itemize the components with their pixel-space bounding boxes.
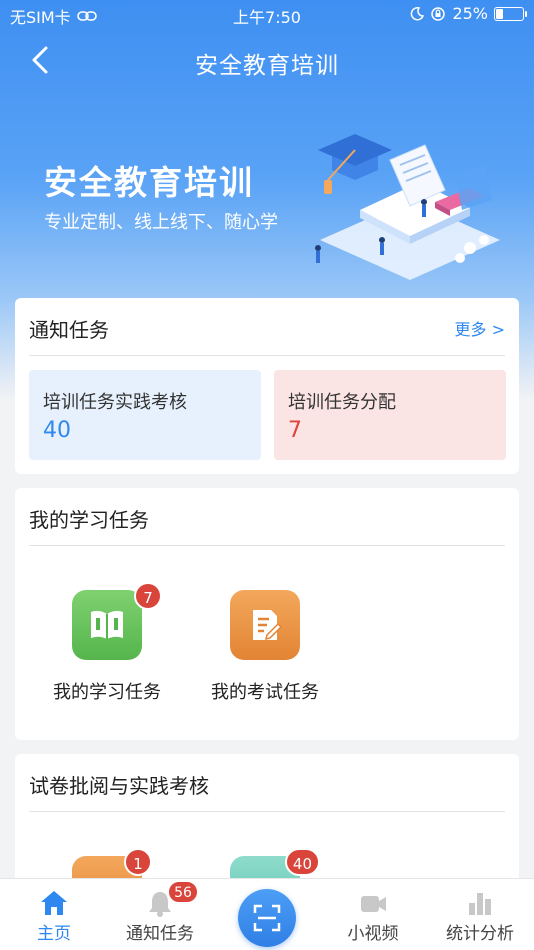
tab-label: 统计分析	[446, 924, 514, 944]
notice-card: 通知任务 更多 > 培训任务实践考核 40 培训任务分配 7	[15, 298, 519, 474]
tab-statistics[interactable]: 统计分析	[430, 879, 530, 950]
app-label: 我的考试任务	[211, 682, 319, 703]
banner-subtitle: 专业定制、线上线下、随心学	[44, 212, 278, 233]
badge: 7	[134, 582, 162, 610]
scan-icon	[253, 904, 281, 932]
review-card-header: 试卷批阅与实践考核	[29, 754, 505, 812]
exam-pen-icon	[253, 610, 283, 641]
study-card-header: 我的学习任务	[29, 488, 505, 546]
tab-short-video[interactable]: 小视频	[323, 879, 423, 950]
moon-icon	[411, 6, 425, 20]
battery-level	[496, 8, 503, 19]
tab-bar: 主页 56 通知任务 小视频 统计分析	[0, 878, 534, 950]
badge: 40	[284, 848, 320, 876]
notice-card-header: 通知任务 更多 >	[29, 298, 505, 356]
video-camera-icon	[361, 896, 386, 912]
more-link[interactable]: 更多 >	[455, 316, 506, 340]
task-label: 培训任务分配	[288, 392, 396, 413]
rotation-lock-icon	[431, 6, 446, 21]
study-card: 我的学习任务 7 我的学习任务 我的考试任务	[15, 488, 519, 740]
notice-title: 通知任务	[29, 318, 109, 342]
tab-label: 小视频	[347, 924, 399, 944]
my-study-tasks-item[interactable]: 7 我的学习任务	[37, 582, 177, 704]
page-title: 安全教育培训	[195, 53, 339, 79]
tab-badge: 56	[168, 881, 198, 903]
education-illustration	[315, 134, 500, 280]
tab-notifications[interactable]: 56 通知任务	[110, 879, 210, 950]
nav-bar: 安全教育培训	[0, 36, 534, 86]
task-assignment-task[interactable]: 培训任务分配 7	[274, 370, 506, 460]
scan-button[interactable]	[238, 889, 296, 947]
task-label: 培训任务实践考核	[43, 392, 187, 413]
practice-assessment-task[interactable]: 培训任务实践考核 40	[29, 370, 261, 460]
status-bar: 无SIM卡 上午7:50 25%	[0, 0, 534, 30]
bar-chart-icon	[469, 893, 491, 915]
my-exam-tasks-item[interactable]: 我的考试任务	[195, 590, 335, 704]
badge: 1	[124, 848, 152, 876]
task-count: 7	[288, 418, 302, 443]
battery-icon	[494, 6, 527, 21]
book-icon-tile: 7	[72, 582, 162, 660]
tab-label: 通知任务	[126, 924, 194, 944]
study-title: 我的学习任务	[29, 508, 149, 532]
app-label: 我的学习任务	[53, 682, 161, 703]
task-count: 40	[43, 418, 71, 443]
tab-home[interactable]: 主页	[4, 879, 104, 950]
review-title: 试卷批阅与实践考核	[29, 774, 209, 798]
home-icon	[41, 891, 67, 915]
book-icon	[91, 610, 123, 639]
tab-label: 主页	[37, 924, 71, 944]
exam-icon-tile	[230, 590, 300, 660]
banner-title: 安全教育培训	[44, 163, 254, 202]
battery-percent: 25%	[452, 4, 488, 23]
